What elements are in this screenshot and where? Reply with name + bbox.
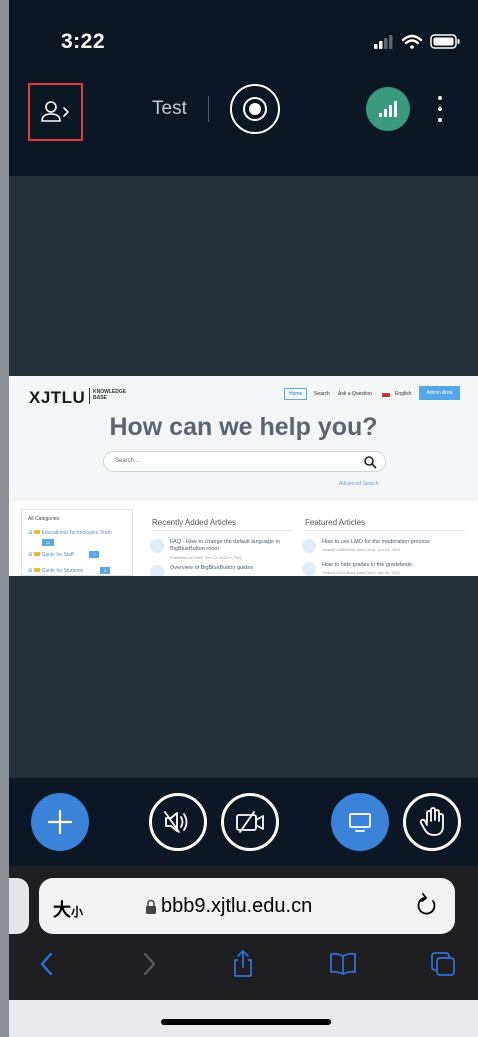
screenshare-view: XJTLU KNOWLEDGE BASE Home Search Ask a Q…	[9, 376, 478, 576]
kb-nav-language[interactable]: English	[395, 391, 411, 397]
kb-featured-title: Featured Articles	[305, 518, 366, 527]
kb-nav-ask[interactable]: Ask a Question	[338, 391, 372, 397]
share-icon	[234, 950, 252, 977]
previous-tab-edge[interactable]	[9, 878, 29, 934]
kb-article-meta: Published on Wed, Feb 23, 2022 in FAQ	[170, 555, 242, 560]
kb-logo: XJTLU	[29, 388, 86, 407]
chevron-left-icon	[40, 952, 53, 976]
lock-icon	[146, 899, 156, 914]
kb-category-badge: 11	[42, 539, 55, 546]
signal-bars-icon	[379, 101, 397, 117]
document-icon	[302, 562, 316, 576]
plus-icon	[47, 809, 73, 835]
kb-recent-title: Recently Added Articles	[152, 518, 237, 527]
actions-plus-button[interactable]	[31, 793, 89, 851]
url-host-text: bbb9.xjtlu.edu.cn	[161, 895, 313, 917]
home-indicator[interactable]	[161, 1019, 331, 1025]
phone-screen: 3:22 Test XJTLU KNOWLEDGE BASE Home Sear…	[9, 0, 478, 1037]
document-icon	[150, 565, 164, 576]
speaker-muted-icon	[164, 811, 188, 833]
text-size-button[interactable]: 大小	[53, 896, 83, 922]
recording-button[interactable]	[230, 84, 280, 134]
kb-admin-button[interactable]: Admin Area	[419, 386, 460, 400]
status-icons	[374, 33, 464, 49]
kb-categories-title: All Categories	[28, 516, 60, 522]
kb-search-placeholder: Search...	[115, 458, 140, 464]
bookmarks-button[interactable]	[327, 948, 359, 980]
text-size-big-label: 大	[53, 900, 71, 920]
screenshare-button[interactable]	[331, 793, 389, 851]
book-icon	[330, 952, 356, 975]
kb-article-meta: Viewed 1358 times since Mon, Jun 21, 202…	[322, 547, 401, 552]
meeting-title: Test	[152, 98, 187, 119]
options-menu-button[interactable]	[435, 96, 445, 122]
kb-search-input[interactable]: Search...	[103, 451, 386, 472]
video-off-button[interactable]	[221, 793, 279, 851]
share-page-button[interactable]	[227, 948, 259, 980]
record-icon	[243, 97, 267, 121]
reload-button[interactable]	[416, 892, 440, 923]
status-bar: 3:22	[9, 0, 478, 78]
connection-status-button[interactable]	[366, 87, 410, 131]
kb-logo-separator	[89, 388, 90, 404]
desktop-icon	[349, 813, 371, 832]
kb-article-meta: Viewed 1524 times since Wed, Apr 28, 202…	[322, 570, 401, 575]
kb-logo-subtitle: KNOWLEDGE BASE	[93, 389, 126, 401]
kb-advanced-search-link[interactable]: Advanced Search	[339, 481, 378, 487]
kb-category-item[interactable]: ⊞ Educational Technologies Team	[28, 530, 112, 536]
wifi-icon	[401, 34, 423, 49]
kb-article-title[interactable]: How to use LMO for the moderation proces…	[322, 539, 472, 546]
kb-recent-underline	[152, 530, 292, 531]
camera-off-icon	[236, 811, 264, 833]
search-icon	[364, 456, 377, 469]
status-time: 3:22	[61, 30, 106, 53]
header-divider	[208, 96, 209, 122]
text-size-small-label: 小	[71, 905, 84, 919]
user-list-icon	[40, 101, 69, 122]
kb-nav-home[interactable]: Home	[284, 388, 308, 400]
kb-category-item[interactable]: ⊞ Guide for Staff	[28, 552, 74, 558]
chevron-right-icon	[143, 952, 156, 976]
raise-hand-button[interactable]	[403, 793, 461, 851]
kb-article-title[interactable]: Overview of BigBlueButton guides	[170, 565, 300, 572]
kb-hero-title: How can we help you?	[109, 413, 378, 441]
kb-categories-panel: All Categories ⊞ Educational Technologie…	[21, 509, 133, 576]
kb-article-title[interactable]: FAQ - How to change the default language…	[170, 539, 300, 553]
battery-icon	[430, 34, 460, 49]
kb-category-badge: 4	[100, 567, 111, 574]
url-display[interactable]: bbb9.xjtlu.edu.cn	[145, 895, 312, 918]
uk-flag-icon	[381, 392, 391, 398]
kb-article-title[interactable]: How to hide grades in the gradebook	[322, 562, 472, 569]
audio-mute-button[interactable]	[149, 793, 207, 851]
kb-category-badge: 7	[89, 551, 100, 558]
reload-icon	[417, 893, 436, 915]
kb-category-item[interactable]: ⊞ Guide for Students	[28, 568, 83, 574]
document-icon	[302, 539, 316, 553]
kb-featured-underline	[305, 530, 465, 531]
forward-button[interactable]	[133, 948, 165, 980]
tabs-icon	[431, 952, 455, 976]
tabs-button[interactable]	[427, 948, 459, 980]
back-button[interactable]	[31, 948, 63, 980]
cellular-signal-icon	[374, 35, 393, 49]
hand-icon	[419, 807, 444, 836]
user-list-toggle-button[interactable]	[28, 83, 83, 141]
kb-nav-search[interactable]: Search	[314, 391, 330, 397]
document-icon	[150, 539, 164, 553]
kb-logo-sub-2: BASE	[93, 395, 107, 401]
left-edge	[0, 0, 9, 1037]
